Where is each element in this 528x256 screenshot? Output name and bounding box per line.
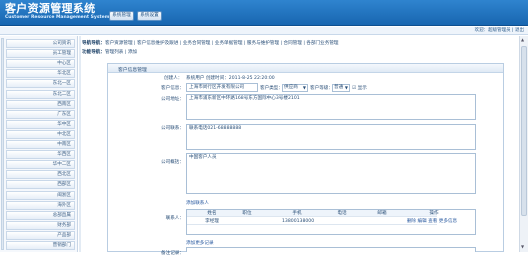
customer-type-value: 供应商 — [284, 85, 298, 90]
contact-person-label: 联系人： — [165, 216, 184, 221]
col-header: 操作 — [429, 211, 439, 216]
customer-input[interactable]: 上海市闵行区开发有限公司 — [186, 83, 258, 92]
panel-title: 客户信息管理 — [118, 68, 147, 73]
chevron-down-icon: ▼ — [344, 85, 348, 90]
sidebar-item[interactable]: 东北一区 — [6, 79, 75, 89]
col-header: 手机 — [292, 211, 302, 216]
customer-level-label: 客户等级： — [310, 86, 333, 91]
record-box — [186, 247, 476, 252]
system-settings-button[interactable]: 系统设置 — [137, 11, 162, 21]
col-header: 姓名 — [207, 211, 217, 216]
contact-table-header: 姓名 职位 手机 电话 邮箱 操作 — [187, 210, 439, 217]
sidebar-item[interactable]: 华中区 — [6, 119, 75, 129]
sidebar-item[interactable]: 员工管理 — [6, 49, 75, 59]
sidebar-item[interactable]: 西部区 — [6, 180, 75, 190]
app-title: 客户资源管理系统 — [5, 2, 96, 15]
sidebar-item[interactable]: 华北区 — [6, 69, 75, 79]
col-header: 电话 — [337, 211, 347, 216]
app-header: 客户资源管理系统 Customer Resource Management Sy… — [0, 0, 528, 26]
sidebar-item[interactable]: 广东区 — [6, 109, 75, 119]
contact-label: 公司联系： — [161, 126, 184, 131]
nav-breadcrumb-label: 导航导航： — [82, 41, 105, 46]
scroll-down-icon[interactable]: ▼ — [521, 244, 524, 249]
col-header: 邮箱 — [377, 211, 387, 216]
col-header: 职位 — [242, 211, 252, 216]
row-actions[interactable]: 删除 编辑 查看 更多信息 — [392, 218, 472, 225]
add-record-link[interactable]: 添加更多记录 — [186, 240, 214, 246]
nav-breadcrumb: 导航导航：客户资源管理 | 客户信息维护及跟进 | 业务合同管理 | 业务单据管… — [82, 40, 339, 46]
address-textarea[interactable]: 上海市浦东新区中环路168号东方国际中心3号楼2101 — [186, 94, 476, 120]
creator-value: 系统用户 创建时间：2011-8-25 22:20:00 — [186, 76, 275, 81]
chevron-down-icon: ▼ — [302, 85, 306, 90]
page-scrollbar[interactable]: ▲ ▼ — [519, 36, 528, 252]
sidebar-item[interactable]: 中北区 — [6, 129, 75, 139]
app-subtitle: Customer Resource Management System — [5, 15, 110, 20]
sub-bar: 欢迎：超级管理员 | 退出 — [0, 27, 528, 35]
sidebar-item[interactable]: 中南区 — [6, 140, 75, 149]
sidebar-item[interactable]: 西南区 — [6, 99, 75, 109]
contact-textarea[interactable]: 联系电话021-68888888 — [186, 124, 476, 150]
main-content: 导航导航：客户资源管理 | 客户信息维护及跟进 | 业务合同管理 | 业务单据管… — [82, 36, 528, 256]
system-admin-button[interactable]: 系统管理 — [109, 11, 134, 21]
welcome-text[interactable]: 欢迎：超级管理员 | 退出 — [475, 28, 524, 34]
panel-header: 客户信息管理 — [108, 64, 503, 73]
checkbox-icon: ☑ — [352, 86, 357, 91]
sidebar-item[interactable]: 西北区 — [6, 170, 75, 180]
sidebar-item[interactable]: 营销部门 — [6, 241, 75, 250]
sidebar-item[interactable]: 东北二区 — [6, 89, 75, 99]
sidebar-item[interactable]: 海外区 — [6, 200, 75, 210]
sidebar-item[interactable]: 华中二区 — [6, 160, 75, 170]
sidebar-item[interactable]: 闽浙区 — [6, 190, 75, 200]
customer-level-select[interactable]: 普通 ▼ — [332, 84, 350, 92]
scroll-thumb[interactable] — [521, 46, 527, 216]
sidebar-item[interactable]: 公司资讯 — [6, 39, 75, 48]
sidebar-item[interactable]: 总部直属 — [6, 210, 75, 220]
sidebar-item[interactable]: 产品部 — [6, 230, 75, 240]
remark-textarea[interactable]: 中国客户人员 — [186, 153, 476, 194]
creator-label: 创建人： — [164, 76, 183, 81]
sidebar-item[interactable]: 华西区 — [6, 150, 75, 160]
table-cell: 13800138000 — [282, 219, 315, 224]
function-breadcrumb-label: 功能导航： — [82, 50, 105, 55]
show-label: 显示 — [357, 86, 367, 91]
show-checkbox[interactable]: ☑ 显示 — [352, 85, 367, 91]
address-label: 公司地址： — [161, 97, 184, 102]
scroll-up-icon[interactable]: ▲ — [521, 37, 524, 42]
table-cell: 李经理 — [205, 219, 219, 224]
function-breadcrumb: 功能导航：管理列表 | 添加 — [82, 49, 137, 55]
sidebar-scroll-track[interactable] — [1, 38, 4, 250]
table-row: 李经理 13800138000 删除 编辑 查看 更多信息 — [187, 218, 457, 225]
customer-label: 客户信息： — [161, 86, 184, 91]
customer-form-panel: 客户信息管理 创建人： 系统用户 创建时间：2011-8-25 22:20:00… — [107, 63, 504, 256]
customer-level-value: 普通 — [334, 85, 344, 90]
sidebar-item[interactable]: 中心区 — [6, 59, 75, 69]
function-breadcrumb-links[interactable]: 管理列表 | 添加 — [105, 50, 137, 55]
sidebar: 公司资讯 员工管理 中心区 华北区 东北一区 东北二区 西南区 广东区 华中区 中北区 中南区 华西区… — [0, 36, 78, 252]
remark-label: 公司概括： — [161, 160, 184, 165]
contact-table: 姓名 职位 手机 电话 邮箱 操作 李经理 13800138000 删除 编辑 … — [186, 209, 476, 235]
record-label: 备注记录： — [161, 251, 184, 256]
sidebar-item[interactable]: 财务部 — [6, 220, 75, 230]
sidebar-divider — [79, 36, 81, 252]
nav-breadcrumb-links[interactable]: 客户资源管理 | 客户信息维护及跟进 | 业务合同管理 | 业务单据管理 | 服… — [105, 41, 339, 46]
customer-type-label: 客户类型： — [260, 86, 283, 91]
customer-type-select[interactable]: 供应商 ▼ — [282, 84, 308, 92]
add-contact-link[interactable]: 添加联系人 — [186, 200, 209, 206]
